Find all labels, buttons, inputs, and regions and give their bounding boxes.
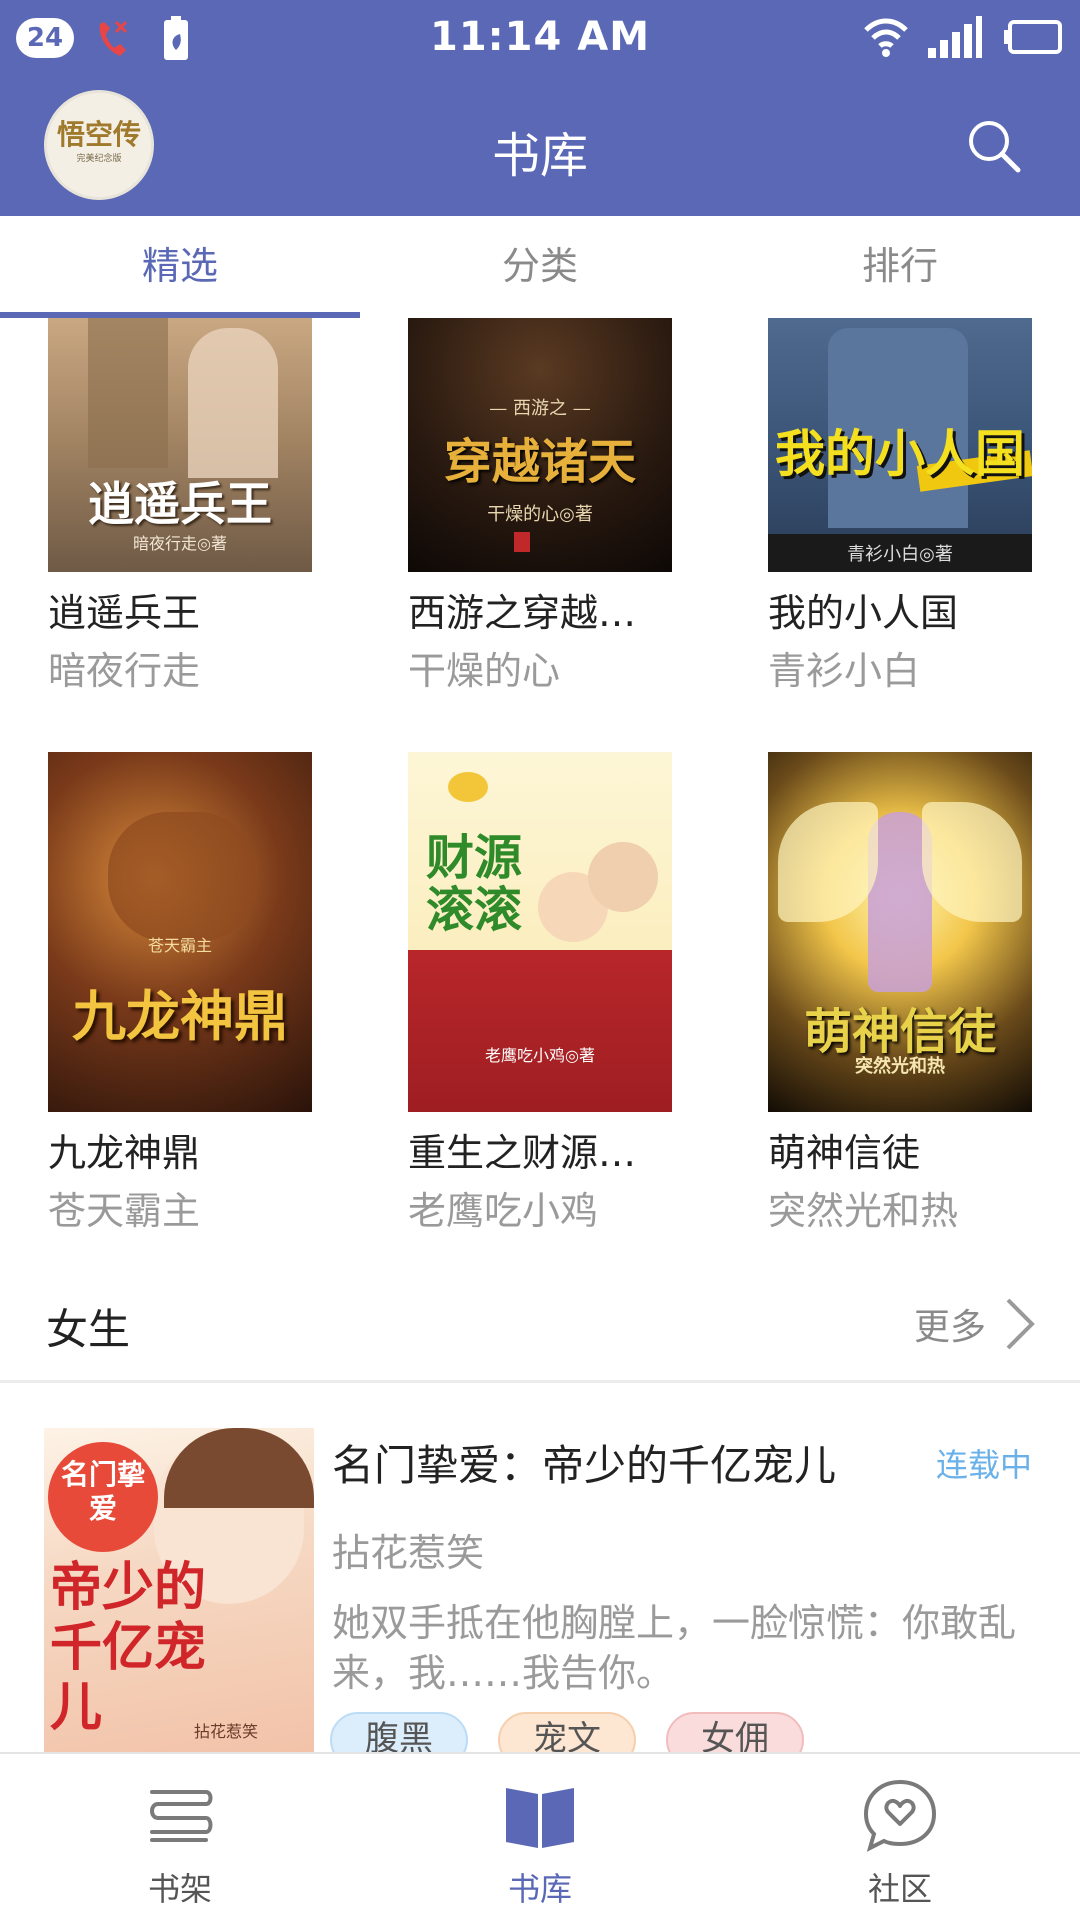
app-screen: 24 11:14 AM 悟空传 完美纪念版 书库 精选 分类 排行 逍遥兵王 暗… bbox=[0, 0, 1080, 1920]
book-cover-text: 穿越诸天 bbox=[443, 434, 636, 490]
featured-cover-text-top: 名门挚爱 bbox=[60, 1458, 145, 1525]
book-cover-subtext: 苍天霸主 bbox=[147, 936, 212, 955]
featured-book-title[interactable]: 名门挚爱：帝少的千亿宠儿 bbox=[332, 1432, 836, 1493]
bottom-navigation: 书架 书库 社区 bbox=[0, 1752, 1080, 1920]
featured-cover-author: 拈花惹笑 bbox=[194, 1722, 259, 1741]
book-cover-text: 九龙神鼎 bbox=[72, 984, 288, 1048]
serial-status-badge: 连载中 bbox=[936, 1446, 1033, 1484]
book-cover-text: 逍遥兵王 bbox=[88, 477, 272, 531]
book-cover-text: 我的小人国 bbox=[775, 424, 1025, 483]
book-card[interactable]: 萌神信徒 突然光和热 萌神信徒 突然光和热 bbox=[768, 752, 1068, 1233]
book-author: 老鹰吃小鸡 bbox=[408, 1189, 599, 1233]
featured-book-author: 拈花惹笑 bbox=[332, 1531, 485, 1575]
section-divider bbox=[0, 1380, 1080, 1383]
book-card[interactable]: 财源滚滚 老鹰吃小鸡◎著 重生之财源… 老鹰吃小鸡 bbox=[408, 752, 708, 1233]
tab-rankings[interactable]: 排行 bbox=[720, 216, 1080, 316]
book-title[interactable]: 西游之穿越… bbox=[408, 582, 678, 637]
book-title[interactable]: 重生之财源… bbox=[408, 1122, 678, 1177]
nav-item-bookshelf[interactable]: 书架 bbox=[0, 1754, 360, 1920]
nav-label: 书架 bbox=[147, 1870, 212, 1908]
app-header: 悟空传 完美纪念版 书库 bbox=[0, 78, 1080, 216]
book-title[interactable]: 我的小人国 bbox=[768, 582, 1038, 637]
book-author: 暗夜行走 bbox=[48, 649, 201, 693]
book-cover-subtext: 暗夜行走◎著 bbox=[133, 534, 227, 553]
signal-icon bbox=[928, 16, 982, 58]
bookshelf-icon bbox=[150, 1790, 213, 1842]
book-title[interactable]: 萌神信徒 bbox=[768, 1122, 1038, 1177]
book-cover[interactable]: 逍遥兵王 暗夜行走◎著 bbox=[48, 318, 312, 572]
book-author: 干燥的心 bbox=[408, 649, 561, 693]
tab-categories[interactable]: 分类 bbox=[360, 216, 720, 316]
book-cover[interactable]: 萌神信徒 突然光和热 bbox=[768, 752, 1032, 1112]
nav-item-community[interactable]: 社区 bbox=[720, 1754, 1080, 1920]
book-cover-subtext: 干燥的心◎著 bbox=[487, 504, 593, 525]
book-card[interactable]: — 西游之 — 穿越诸天 干燥的心◎著 西游之穿越… 干燥的心 bbox=[408, 318, 708, 698]
battery-icon bbox=[1004, 20, 1062, 54]
book-cover[interactable]: 苍天霸主 九龙神鼎 bbox=[48, 752, 312, 1112]
book-card[interactable]: 苍天霸主 九龙神鼎 九龙神鼎 苍天霸主 bbox=[48, 752, 348, 1233]
tab-featured[interactable]: 精选 bbox=[0, 216, 360, 316]
more-link[interactable]: 更多 bbox=[914, 1298, 986, 1350]
nav-item-library[interactable]: 书库 bbox=[360, 1754, 720, 1920]
featured-book-cover[interactable]: 名门挚爱 帝少的千亿宠儿 拈花惹笑 bbox=[44, 1428, 314, 1758]
book-cover-subtext: 老鹰吃小鸡◎著 bbox=[485, 1046, 595, 1065]
book-cover[interactable]: 我的小人国 青衫小白◎著 bbox=[768, 318, 1032, 572]
chevron-right-icon[interactable] bbox=[1000, 1296, 1040, 1352]
book-author: 突然光和热 bbox=[768, 1189, 959, 1233]
book-cover[interactable]: — 西游之 — 穿越诸天 干燥的心◎著 bbox=[408, 318, 672, 572]
book-title[interactable]: 逍遥兵王 bbox=[48, 582, 318, 637]
book-author: 苍天霸主 bbox=[48, 1189, 201, 1233]
featured-cover-text-main: 帝少的千亿宠儿 bbox=[50, 1557, 207, 1738]
book-card[interactable]: 我的小人国 青衫小白◎著 我的小人国 青衫小白 bbox=[768, 318, 1068, 698]
book-card[interactable]: 逍遥兵王 暗夜行走◎著 逍遥兵王 暗夜行走 bbox=[48, 318, 348, 698]
section-title: 女生 bbox=[46, 1305, 131, 1354]
page-title: 书库 bbox=[491, 128, 588, 184]
book-cover[interactable]: 财源滚滚 老鹰吃小鸡◎著 bbox=[408, 752, 672, 1112]
nav-label: 书库 bbox=[507, 1870, 572, 1908]
section-header-female: 女生 更多 bbox=[0, 1268, 1080, 1378]
book-cover-subtext: 青衫小白◎著 bbox=[847, 544, 953, 565]
book-open-icon bbox=[506, 1788, 574, 1848]
tab-bar: 精选 分类 排行 bbox=[0, 216, 1080, 316]
status-bar: 24 11:14 AM bbox=[0, 0, 1080, 78]
book-author: 青衫小白 bbox=[768, 649, 921, 693]
community-chat-icon bbox=[863, 1779, 937, 1852]
book-title[interactable]: 九龙神鼎 bbox=[48, 1122, 318, 1177]
book-cover-text: 财源滚滚 bbox=[425, 830, 522, 938]
featured-book-description: 她双手抵在他胸膛上，一脸惊慌：你敢乱来，我……我告你。 bbox=[332, 1601, 1017, 1695]
search-icon[interactable] bbox=[964, 116, 1024, 176]
status-time: 11:14 AM bbox=[429, 14, 650, 60]
wifi-icon bbox=[864, 18, 908, 57]
nav-label: 社区 bbox=[867, 1870, 932, 1908]
book-cover-subtext: 突然光和热 bbox=[855, 1056, 945, 1077]
